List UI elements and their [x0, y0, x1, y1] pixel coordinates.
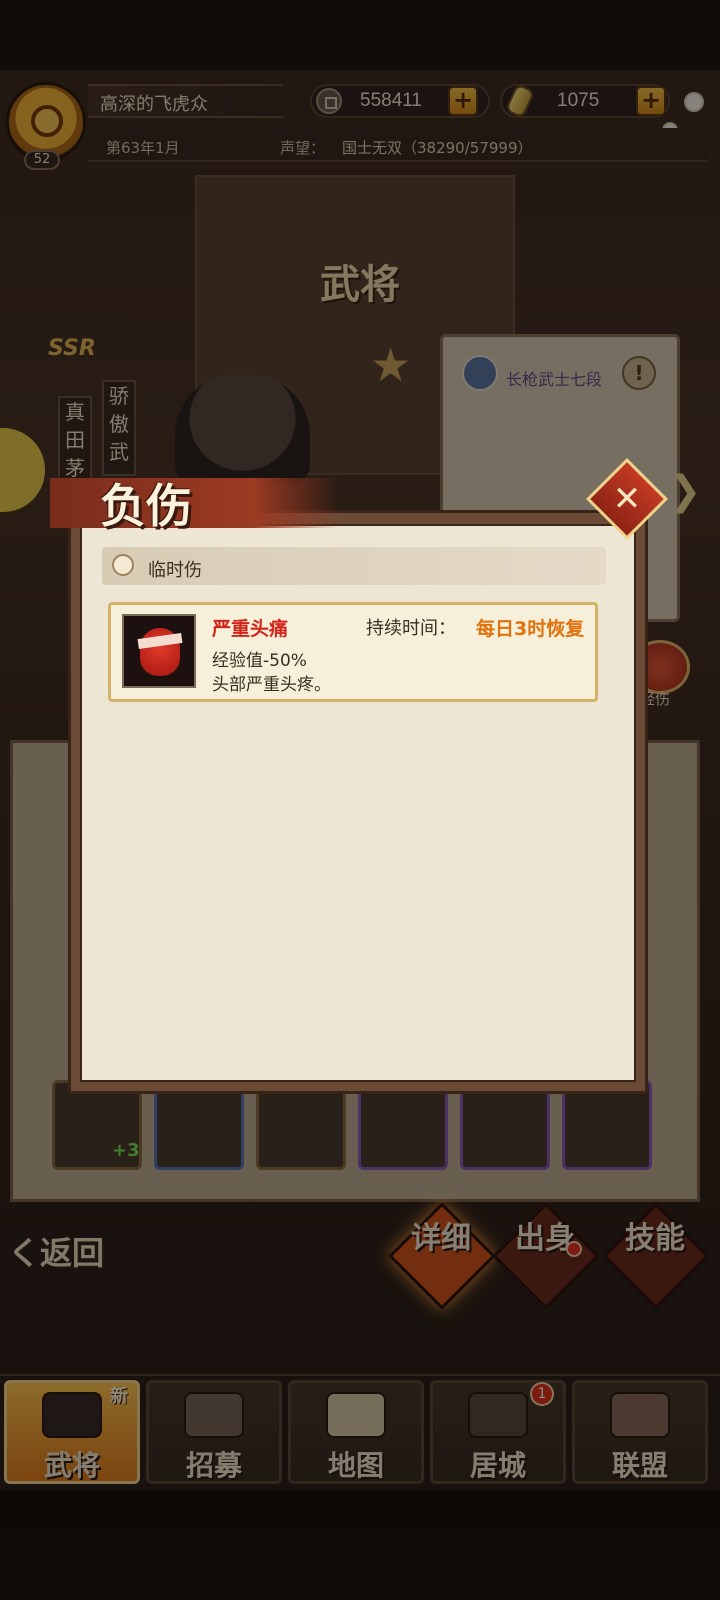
duration-label: 持续时间： — [366, 618, 456, 639]
injury-name: 严重头痛 — [212, 618, 289, 640]
section-title: 临时伤 — [148, 560, 202, 581]
injury-description: 头部严重头疼。 — [212, 675, 331, 695]
headache-icon — [122, 614, 196, 688]
crescent-icon — [112, 554, 134, 576]
modal-title-ribbon — [50, 478, 340, 528]
modal-title: 负伤 — [100, 479, 192, 533]
duration-value: 每日3时恢复 — [476, 618, 585, 640]
injury-effect: 经验值-50% — [212, 651, 307, 671]
close-icon[interactable]: ✕ — [600, 472, 654, 526]
